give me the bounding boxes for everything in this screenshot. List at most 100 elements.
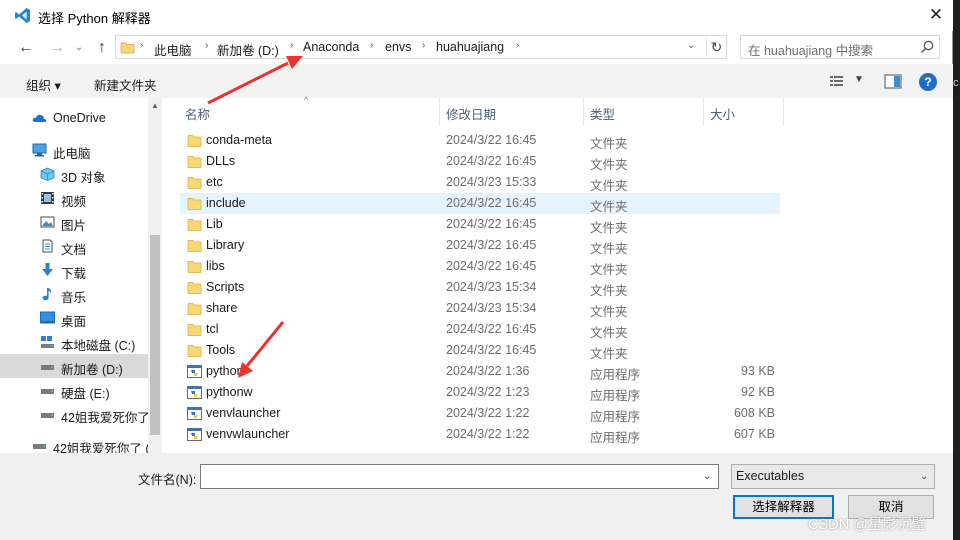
breadcrumb-envs[interactable]: envs bbox=[385, 40, 411, 54]
nav-item-downloads[interactable]: 下载 bbox=[0, 258, 148, 282]
up-arrow-icon[interactable]: ↑ bbox=[92, 38, 112, 58]
breadcrumb-chevron-icon[interactable]: › bbox=[290, 40, 293, 51]
file-row-pythonw[interactable]: pythonw 2024/3/22 1:23 应用程序 92 KB bbox=[180, 382, 780, 403]
filename-input[interactable] bbox=[200, 464, 719, 489]
file-row-conda-meta[interactable]: conda-meta 2024/3/22 16:45 文件夹 bbox=[180, 130, 780, 151]
drive-icon bbox=[41, 389, 54, 394]
nav-item-desktop[interactable]: 桌面 bbox=[0, 306, 148, 330]
nav-item-label: 图片 bbox=[61, 219, 87, 233]
change-view-button[interactable]: ▼ bbox=[828, 74, 868, 90]
column-divider[interactable] bbox=[439, 98, 440, 126]
file-modified-date: 2024/3/22 1:23 bbox=[446, 385, 530, 399]
scrollbar-thumb[interactable] bbox=[150, 235, 160, 435]
address-dropdown-icon[interactable]: ⌄ bbox=[687, 40, 695, 51]
nav-item-label: 桌面 bbox=[61, 315, 87, 329]
file-modified-date: 2024/3/22 16:45 bbox=[446, 259, 537, 273]
column-header-date[interactable]: 修改日期 bbox=[446, 104, 496, 123]
nav-item-documents[interactable]: 文档 bbox=[0, 234, 148, 258]
file-size: 92 KB bbox=[740, 385, 775, 399]
filetype-value: Executables bbox=[736, 469, 805, 483]
picture-icon bbox=[40, 216, 55, 228]
file-type: 文件夹 bbox=[590, 305, 628, 319]
organize-button[interactable]: 组织 ▾ bbox=[26, 75, 61, 94]
file-row-share[interactable]: share 2024/3/23 15:34 文件夹 bbox=[180, 298, 780, 319]
file-modified-date: 2024/3/22 16:45 bbox=[446, 154, 537, 168]
nav-item-videos[interactable]: 视频 bbox=[0, 186, 148, 210]
python-exe-icon bbox=[187, 386, 202, 399]
column-header-name[interactable]: 名称 bbox=[185, 104, 210, 123]
file-row-include[interactable]: include 2024/3/22 16:45 文件夹 bbox=[180, 193, 780, 214]
search-icon[interactable] bbox=[919, 39, 935, 55]
file-name: venvlauncher bbox=[206, 406, 281, 420]
file-row-venvwlauncher[interactable]: venvwlauncher 2024/3/22 1:22 应用程序 607 KB bbox=[180, 424, 780, 445]
breadcrumb-chevron-icon[interactable]: › bbox=[422, 40, 425, 51]
address-bar[interactable]: › 此电脑 › 新加卷 (D:) › Anaconda › envs › hua… bbox=[115, 35, 727, 59]
nav-item-label: 42姐我爱死你了 bbox=[61, 411, 150, 425]
nav-item-3d-objects[interactable]: 3D 对象 bbox=[0, 162, 148, 186]
search-input[interactable]: 在 huahuajiang 中搜索 bbox=[740, 35, 940, 59]
recent-locations-chevron-icon[interactable]: ⌄ bbox=[72, 40, 86, 56]
breadcrumb-chevron-icon[interactable]: › bbox=[140, 40, 143, 51]
folder-icon bbox=[187, 261, 202, 273]
file-modified-date: 2024/3/23 15:34 bbox=[446, 301, 537, 315]
nav-item-onedrive[interactable]: OneDrive bbox=[0, 106, 148, 130]
preview-pane-icon[interactable] bbox=[884, 74, 902, 89]
nav-item-pictures[interactable]: 图片 bbox=[0, 210, 148, 234]
nav-item-drive-c[interactable]: 本地磁盘 (C:) bbox=[0, 330, 148, 354]
file-row-etc[interactable]: etc 2024/3/23 15:33 文件夹 bbox=[180, 172, 780, 193]
file-row-lib[interactable]: Lib 2024/3/22 16:45 文件夹 bbox=[180, 214, 780, 235]
close-button[interactable]: ✕ bbox=[921, 4, 951, 28]
file-row-python[interactable]: python 2024/3/22 1:36 应用程序 93 KB bbox=[180, 361, 780, 382]
nav-item-label: 视频 bbox=[61, 195, 87, 209]
file-name: python bbox=[206, 364, 244, 378]
breadcrumb-chevron-icon[interactable]: › bbox=[205, 40, 208, 51]
file-row-tcl[interactable]: tcl 2024/3/22 16:45 文件夹 bbox=[180, 319, 780, 340]
column-divider[interactable] bbox=[783, 98, 784, 126]
nav-item-drive-e[interactable]: 硬盘 (E:) bbox=[0, 378, 148, 402]
filename-dropdown-icon[interactable]: ⌄ bbox=[703, 471, 711, 482]
file-row-libs[interactable]: libs 2024/3/22 16:45 文件夹 bbox=[180, 256, 780, 277]
folder-icon bbox=[187, 219, 202, 231]
file-name: tcl bbox=[206, 322, 219, 336]
breadcrumb-chevron-icon[interactable]: › bbox=[516, 40, 519, 51]
column-divider[interactable] bbox=[703, 98, 704, 126]
nav-scrollbar[interactable]: ▲ bbox=[148, 98, 162, 453]
breadcrumb-chevron-icon[interactable]: › bbox=[370, 40, 373, 51]
filetype-select[interactable]: Executables ⌄ bbox=[731, 464, 935, 489]
column-divider[interactable] bbox=[583, 98, 584, 126]
file-row-dlls[interactable]: DLLs 2024/3/22 16:45 文件夹 bbox=[180, 151, 780, 172]
nav-item-music[interactable]: 音乐 bbox=[0, 282, 148, 306]
file-row-scripts[interactable]: Scripts 2024/3/23 15:34 文件夹 bbox=[180, 277, 780, 298]
forward-arrow-icon[interactable]: → bbox=[47, 38, 67, 58]
scroll-up-icon[interactable]: ▲ bbox=[151, 101, 159, 110]
help-icon[interactable]: ? bbox=[919, 73, 937, 91]
nav-item-drive-d[interactable]: 新加卷 (D:) bbox=[0, 354, 148, 378]
file-row-tools[interactable]: Tools 2024/3/22 16:45 文件夹 bbox=[180, 340, 780, 361]
search-placeholder: 在 huahuajiang 中搜索 bbox=[748, 44, 874, 58]
view-details-icon bbox=[830, 76, 843, 86]
new-folder-button[interactable]: 新建文件夹 bbox=[94, 75, 157, 94]
refresh-icon[interactable]: ↻ bbox=[706, 38, 726, 56]
nav-item-usb-drive[interactable]: 42姐我爱死你了 bbox=[0, 402, 150, 426]
nav-item-label: 下载 bbox=[61, 267, 87, 281]
back-arrow-icon[interactable]: ← bbox=[16, 38, 36, 58]
nav-item-this-pc[interactable]: 此电脑 bbox=[0, 138, 148, 162]
breadcrumb-this-pc[interactable]: 此电脑 bbox=[154, 40, 192, 59]
python-exe-icon bbox=[187, 428, 202, 441]
file-modified-date: 2024/3/22 16:45 bbox=[446, 322, 537, 336]
nav-item-usb-drive-root[interactable]: 42姐我爱死你了 ( bbox=[0, 433, 150, 453]
nav-item-label: 新加卷 (D:) bbox=[61, 363, 123, 377]
file-type: 应用程序 bbox=[590, 410, 641, 424]
folder-icon bbox=[187, 177, 202, 189]
breadcrumb-anaconda[interactable]: Anaconda bbox=[303, 40, 359, 54]
folder-icon bbox=[120, 42, 135, 54]
file-row-venvlauncher[interactable]: venvlauncher 2024/3/22 1:22 应用程序 608 KB bbox=[180, 403, 780, 424]
column-header-type[interactable]: 类型 bbox=[590, 104, 615, 123]
breadcrumb-huahuajiang[interactable]: huahuajiang bbox=[436, 40, 504, 54]
column-header-size[interactable]: 大小 bbox=[710, 104, 735, 123]
python-exe-icon bbox=[187, 365, 202, 378]
breadcrumb-drive-d[interactable]: 新加卷 (D:) bbox=[217, 40, 279, 59]
file-modified-date: 2024/3/22 1:36 bbox=[446, 364, 530, 378]
file-row-library[interactable]: Library 2024/3/22 16:45 文件夹 bbox=[180, 235, 780, 256]
drive-icon bbox=[33, 444, 46, 449]
